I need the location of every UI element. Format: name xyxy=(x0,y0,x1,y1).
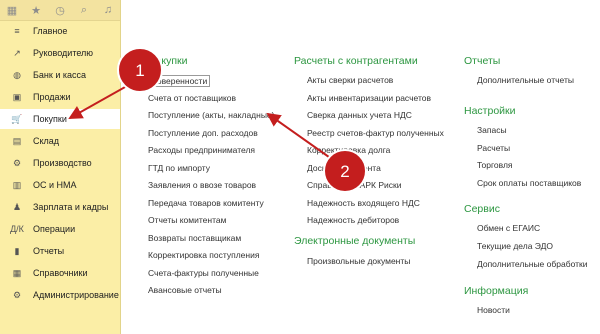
link-purchases[interactable]: Счета-фактуры полученные xyxy=(148,268,259,278)
link-purchases[interactable]: Передача товаров комитенту xyxy=(148,198,264,208)
sidebar-item-label: Покупки xyxy=(33,114,67,124)
link-purchases[interactable]: Возвраты поставщикам xyxy=(148,233,241,243)
sidebar: ▦ ★ ◷ ⌕ ♫ ≡ Главное ↗ Руководителю ◍ Банк и к… xyxy=(0,0,121,334)
cart-icon: 🛒 xyxy=(11,113,23,124)
star-icon[interactable]: ★ xyxy=(24,4,48,17)
section-heading-service: Сервис xyxy=(464,203,500,215)
sidebar-item-label: Банк и касса xyxy=(33,70,86,80)
sidebar-item[interactable]: ▮ Отчеты xyxy=(0,241,120,261)
sidebar-item[interactable]: ⚙ Производство xyxy=(0,153,120,173)
bell-icon[interactable]: ♫ xyxy=(96,4,120,16)
section-heading-info: Информация xyxy=(464,285,529,297)
link-purchases[interactable]: Расходы предпринимателя xyxy=(148,145,255,155)
sidebar-item[interactable]: ≡ Главное xyxy=(0,21,120,41)
link-purchases[interactable]: Поступление (акты, накладные) xyxy=(148,110,275,120)
link-settlements[interactable]: Справка 1СПАРК Риски xyxy=(307,180,401,190)
books-icon: ▦ xyxy=(12,267,22,278)
link-settlements[interactable]: Корректировка долга xyxy=(307,145,390,155)
people-icon: ♟ xyxy=(12,201,22,212)
assets-icon: ▥ xyxy=(12,179,22,190)
link-purchases[interactable]: Поступление доп. расходов xyxy=(148,128,258,138)
sidebar-item[interactable]: ▥ ОС и НМА xyxy=(0,175,120,195)
sidebar-item-label: Операции xyxy=(33,224,76,234)
section-heading-settlements: Расчеты с контрагентами xyxy=(294,55,418,67)
sidebar-item-label: Справочники xyxy=(33,268,88,278)
warehouse-icon: ▤ xyxy=(12,135,22,146)
sidebar-item[interactable]: Д/К Операции xyxy=(0,219,120,239)
link-purchases[interactable]: ГТД по импорту xyxy=(148,163,210,173)
sidebar-item[interactable]: ⚙ Администрирование xyxy=(0,285,120,305)
link-settings[interactable]: Торговля xyxy=(477,160,513,170)
link-purchases[interactable]: Заявления о ввозе товаров xyxy=(148,180,256,190)
link-settlements[interactable]: Досье контрагента xyxy=(307,163,381,173)
link-purchases[interactable]: Доверенности xyxy=(148,75,211,87)
link-settings[interactable]: Срок оплаты поставщиков xyxy=(477,178,581,188)
link-settlements[interactable]: Надежность входящего НДС xyxy=(307,198,420,208)
sidebar-item-label: Администрирование xyxy=(33,290,119,300)
sidebar-item[interactable]: 🛒 Покупки xyxy=(0,109,120,129)
link-settings[interactable]: Запасы xyxy=(477,125,507,135)
cart-sell-icon: ▣ xyxy=(12,91,22,102)
sidebar-item-label: Склад xyxy=(33,136,60,146)
link-service[interactable]: Текущие дела ЭДО xyxy=(477,241,553,251)
link-settlements[interactable]: Акты сверки расчетов xyxy=(307,75,393,85)
reports-icon: ▮ xyxy=(14,245,20,256)
sidebar-item-label: Продажи xyxy=(33,92,71,102)
section-heading-edocs: Электронные документы xyxy=(294,235,416,247)
main-panel: Покупки Расчеты с контрагентами Электрон… xyxy=(121,0,600,334)
chart-icon: ↗ xyxy=(13,47,21,58)
link-reports[interactable]: Дополнительные отчеты xyxy=(477,75,574,85)
link-settings[interactable]: Расчеты xyxy=(477,143,510,153)
admin-icon: ⚙ xyxy=(12,289,22,300)
history-icon[interactable]: ◷ xyxy=(48,4,72,17)
sidebar-item-label: ОС и НМА xyxy=(33,180,77,190)
sidebar-item[interactable]: ▣ Продажи xyxy=(0,87,120,107)
sidebar-item[interactable]: ▤ Склад xyxy=(0,131,120,151)
sidebar-item[interactable]: ♟ Зарплата и кадры xyxy=(0,197,120,217)
link-purchases[interactable]: Счета от поставщиков xyxy=(148,93,236,103)
sidebar-item-label: Отчеты xyxy=(33,246,65,256)
link-edocs[interactable]: Произвольные документы xyxy=(307,256,410,266)
sidebar-item[interactable]: ↗ Руководителю xyxy=(0,43,120,63)
link-purchases[interactable]: Отчеты комитентам xyxy=(148,215,226,225)
link-purchases[interactable]: Корректировка поступления xyxy=(148,250,259,260)
sidebar-item[interactable]: ▦ Справочники xyxy=(0,263,120,283)
link-settlements[interactable]: Сверка данных учета НДС xyxy=(307,110,412,120)
operations-icon: Д/К xyxy=(10,224,24,234)
section-heading-settings: Настройки xyxy=(464,105,516,117)
link-settlements[interactable]: Надежность дебиторов xyxy=(307,215,399,225)
sidebar-item-label: Производство xyxy=(33,158,92,168)
link-info[interactable]: Новости xyxy=(477,305,510,315)
section-heading-purchases: Покупки xyxy=(148,55,188,67)
section-heading-reports: Отчеты xyxy=(464,55,501,67)
factory-icon: ⚙ xyxy=(12,157,22,168)
sidebar-item-label: Главное xyxy=(33,26,68,36)
sidebar-item-label: Зарплата и кадры xyxy=(33,202,109,212)
grid-icon[interactable]: ▦ xyxy=(0,4,24,17)
link-settlements[interactable]: Реестр счетов-фактур полученных xyxy=(307,128,444,138)
coin-icon: ◍ xyxy=(13,69,21,80)
sidebar-item[interactable]: ◍ Банк и касса xyxy=(0,65,120,85)
link-service[interactable]: Обмен с ЕГАИС xyxy=(477,223,540,233)
link-purchases[interactable]: Авансовые отчеты xyxy=(148,285,222,295)
menu-icon: ≡ xyxy=(14,26,20,36)
sidebar-item-label: Руководителю xyxy=(33,48,94,58)
toolbar: ▦ ★ ◷ ⌕ ♫ xyxy=(0,0,120,21)
link-settlements[interactable]: Акты инвентаризации расчетов xyxy=(307,93,431,103)
link-service[interactable]: Дополнительные обработки xyxy=(477,259,587,269)
search-icon[interactable]: ⌕ xyxy=(72,4,96,17)
